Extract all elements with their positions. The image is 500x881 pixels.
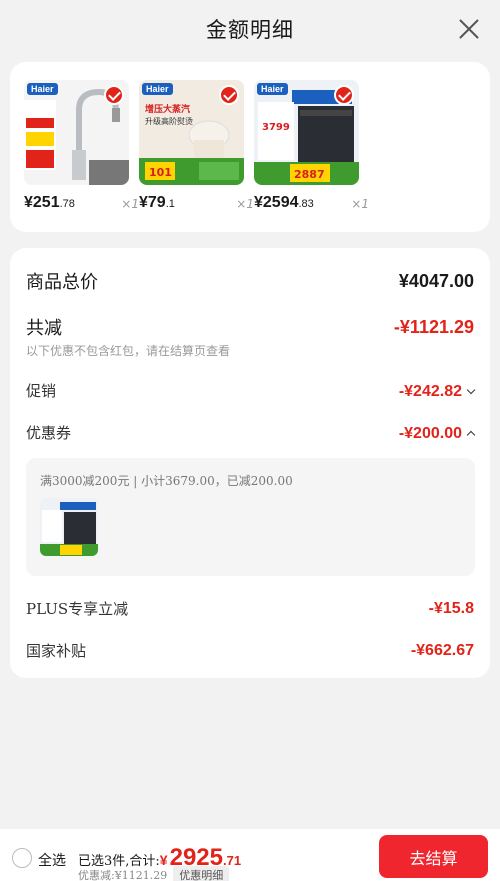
product-image[interactable]: 3799 2887 Haier — [254, 80, 359, 185]
selected-check-icon[interactable] — [219, 85, 239, 105]
plus-discount-value: -¥15.8 — [428, 599, 474, 617]
dishwasher-image — [40, 498, 98, 556]
svg-text:增压大蒸汽: 增压大蒸汽 — [145, 103, 190, 115]
chevron-up-icon[interactable] — [466, 430, 476, 439]
total-discount-value: -¥1121.29 — [393, 316, 474, 337]
brand-badge: Haier — [142, 83, 173, 95]
svg-text:2887: 2887 — [294, 168, 325, 181]
discount-summary: 优惠减:¥1121.29 优惠明细 — [78, 866, 230, 881]
select-all-label[interactable]: 全选 — [38, 850, 66, 870]
svg-text:101: 101 — [149, 166, 172, 179]
subsidy-label: 国家补贴 — [26, 642, 87, 660]
checkout-button[interactable]: 去结算 — [379, 835, 488, 878]
coupon-amount[interactable]: -¥200.00 — [398, 423, 476, 443]
total-price-value: ¥4047.00 — [398, 270, 474, 291]
product-item[interactable]: 增压大蒸汽 升级高阶熨烫 101 Haier ¥79.1 ×1 — [139, 80, 254, 211]
subsidy-value: -¥662.67 — [410, 641, 474, 659]
brand-badge: Haier — [257, 83, 288, 95]
promo-amount[interactable]: -¥242.82 — [398, 381, 476, 401]
price-details: 商品总价 ¥4047.00 共减 -¥1121.29 以下优惠不包含红包，请在结… — [10, 248, 490, 678]
discount-summary-text: 优惠减:¥1121.29 — [78, 869, 168, 881]
total-discount-label: 共减 — [26, 318, 62, 339]
svg-text:升级高阶熨烫: 升级高阶熨烫 — [145, 116, 193, 126]
product-image[interactable]: Haier — [24, 80, 129, 185]
promo-row[interactable]: 促销 -¥242.82 — [26, 380, 476, 401]
product-item[interactable]: 3799 2887 Haier ¥2594.83 ×1 — [254, 80, 369, 211]
coupon-description: 满3000减200元 | 小计3679.00，已减200.00 — [40, 474, 293, 488]
product-price: ¥2594.83 — [254, 194, 314, 211]
product-price: ¥79.1 — [139, 194, 175, 211]
product-price: ¥251.78 — [24, 194, 75, 211]
coupon-label: 优惠券 — [26, 424, 72, 442]
total-discount-row: 共减 -¥1121.29 — [26, 314, 474, 340]
product-quantity: ×1 — [236, 197, 254, 211]
promo-value: -¥242.82 — [398, 382, 462, 400]
selected-check-icon[interactable] — [104, 85, 124, 105]
discount-detail-button[interactable]: 优惠明细 — [173, 866, 230, 881]
product-image[interactable]: 增压大蒸汽 升级高阶熨烫 101 Haier — [139, 80, 244, 185]
selected-check-icon[interactable] — [334, 85, 354, 105]
coupon-value: -¥200.00 — [398, 424, 462, 442]
page-title: 金额明细 — [206, 18, 294, 42]
svg-text:3799: 3799 — [262, 122, 290, 133]
product-item[interactable]: Haier ¥251.78 ×1 — [24, 80, 139, 211]
coupon-detail-box: 满3000减200元 | 小计3679.00，已减200.00 — [26, 458, 475, 576]
product-list: Haier ¥251.78 ×1 增压大蒸汽 升级高阶熨烫 101 Haier — [10, 62, 490, 232]
subsidy-row: 国家补贴 -¥662.67 — [26, 640, 474, 661]
promo-label: 促销 — [26, 382, 57, 400]
chevron-down-icon[interactable] — [466, 385, 476, 394]
plus-discount-label: PLUS专享立减 — [26, 600, 129, 618]
close-icon[interactable] — [458, 18, 480, 40]
checkout-bar: 全选 已选3件,合计: ¥2925.71 优惠减:¥1121.29 优惠明细 去… — [0, 829, 500, 881]
brand-badge: Haier — [27, 83, 58, 95]
header: 金额明细 — [0, 0, 500, 58]
select-all-radio[interactable] — [12, 848, 32, 868]
discount-note: 以下优惠不包含红包，请在结算页查看 — [26, 344, 231, 358]
coupon-row[interactable]: 优惠券 -¥200.00 — [26, 422, 476, 443]
product-quantity: ×1 — [121, 197, 139, 211]
coupon-product-image — [40, 498, 98, 556]
total-price-label: 商品总价 — [26, 272, 98, 293]
product-quantity: ×1 — [351, 197, 369, 211]
total-price-row: 商品总价 ¥4047.00 — [26, 268, 474, 294]
plus-discount-row: PLUS专享立减 -¥15.8 — [26, 598, 474, 619]
